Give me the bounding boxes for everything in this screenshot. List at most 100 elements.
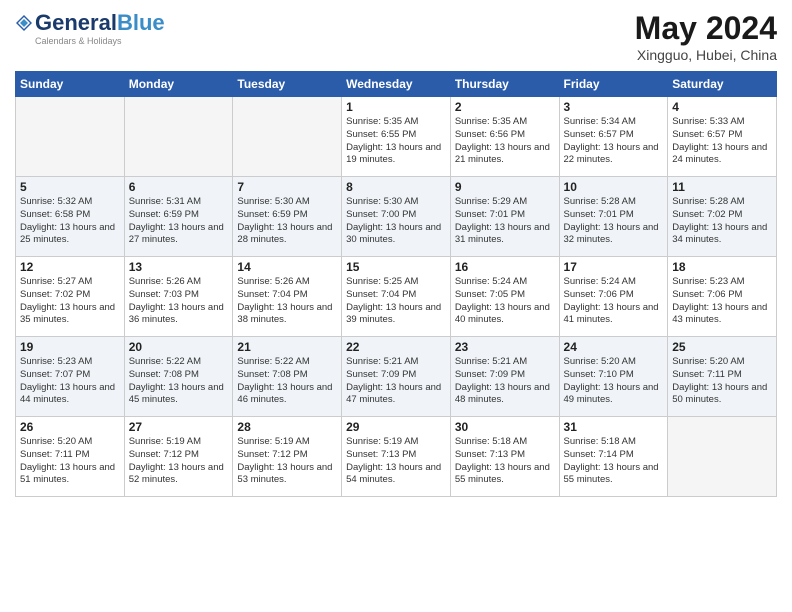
day-number: 9 — [455, 180, 555, 194]
day-number: 1 — [346, 100, 446, 114]
weekday-header-row: SundayMondayTuesdayWednesdayThursdayFrid… — [16, 72, 777, 97]
calendar-week-4: 19 Sunrise: 5:23 AM Sunset: 7:07 PM Dayli… — [16, 337, 777, 417]
calendar-cell: 11 Sunrise: 5:28 AM Sunset: 7:02 PM Dayli… — [668, 177, 777, 257]
day-number: 2 — [455, 100, 555, 114]
day-info: Sunrise: 5:18 AM Sunset: 7:13 PM Dayligh… — [455, 436, 555, 487]
day-info: Sunrise: 5:27 AM Sunset: 7:02 PM Dayligh… — [20, 276, 120, 327]
calendar-cell — [233, 97, 342, 177]
calendar-cell: 3 Sunrise: 5:34 AM Sunset: 6:57 PM Daylig… — [559, 97, 668, 177]
day-number: 7 — [237, 180, 337, 194]
day-info: Sunrise: 5:24 AM Sunset: 7:05 PM Dayligh… — [455, 276, 555, 327]
day-info: Sunrise: 5:26 AM Sunset: 7:04 PM Dayligh… — [237, 276, 337, 327]
day-number: 15 — [346, 260, 446, 274]
logo-text: GeneralBlue — [35, 10, 165, 36]
day-number: 24 — [564, 340, 664, 354]
calendar-cell: 4 Sunrise: 5:33 AM Sunset: 6:57 PM Daylig… — [668, 97, 777, 177]
day-number: 5 — [20, 180, 120, 194]
weekday-header-tuesday: Tuesday — [233, 72, 342, 97]
calendar-cell: 5 Sunrise: 5:32 AM Sunset: 6:58 PM Daylig… — [16, 177, 125, 257]
calendar-cell: 20Sunrise: 5:22 AM Sunset: 7:08 PM Dayli… — [124, 337, 233, 417]
calendar-cell — [16, 97, 125, 177]
calendar-cell: 25Sunrise: 5:20 AM Sunset: 7:11 PM Dayli… — [668, 337, 777, 417]
day-info: Sunrise: 5:25 AM Sunset: 7:04 PM Dayligh… — [346, 276, 446, 327]
calendar-cell: 1 Sunrise: 5:35 AM Sunset: 6:55 PM Daylig… — [342, 97, 451, 177]
calendar-cell: 27Sunrise: 5:19 AM Sunset: 7:12 PM Dayli… — [124, 417, 233, 497]
weekday-header-saturday: Saturday — [668, 72, 777, 97]
day-number: 4 — [672, 100, 772, 114]
calendar-cell: 18 Sunrise: 5:23 AM Sunset: 7:06 PM Dayli… — [668, 257, 777, 337]
day-info: Sunrise: 5:20 AM Sunset: 7:10 PM Dayligh… — [564, 356, 664, 407]
day-info: Sunrise: 5:35 AM Sunset: 6:55 PM Dayligh… — [346, 116, 446, 167]
day-info: Sunrise: 5:32 AM Sunset: 6:58 PM Dayligh… — [20, 196, 120, 247]
weekday-header-thursday: Thursday — [450, 72, 559, 97]
calendar-cell: 17 Sunrise: 5:24 AM Sunset: 7:06 PM Dayli… — [559, 257, 668, 337]
day-info: Sunrise: 5:34 AM Sunset: 6:57 PM Dayligh… — [564, 116, 664, 167]
calendar-cell: 10Sunrise: 5:28 AM Sunset: 7:01 PM Dayli… — [559, 177, 668, 257]
day-info: Sunrise: 5:26 AM Sunset: 7:03 PM Dayligh… — [129, 276, 229, 327]
day-info: Sunrise: 5:24 AM Sunset: 7:06 PM Dayligh… — [564, 276, 664, 327]
calendar-cell: 14 Sunrise: 5:26 AM Sunset: 7:04 PM Dayli… — [233, 257, 342, 337]
weekday-header-friday: Friday — [559, 72, 668, 97]
calendar-cell: 31Sunrise: 5:18 AM Sunset: 7:14 PM Dayli… — [559, 417, 668, 497]
day-info: Sunrise: 5:30 AM Sunset: 6:59 PM Dayligh… — [237, 196, 337, 247]
day-number: 8 — [346, 180, 446, 194]
logo-tagline: Calendars & Holidays — [35, 36, 122, 46]
day-info: Sunrise: 5:22 AM Sunset: 7:08 PM Dayligh… — [237, 356, 337, 407]
title-block: May 2024 Xingguo, Hubei, China — [635, 10, 777, 63]
day-number: 16 — [455, 260, 555, 274]
day-info: Sunrise: 5:31 AM Sunset: 6:59 PM Dayligh… — [129, 196, 229, 247]
month-year: May 2024 — [635, 10, 777, 47]
calendar-cell: 6Sunrise: 5:31 AM Sunset: 6:59 PM Daylig… — [124, 177, 233, 257]
calendar-cell: 13 Sunrise: 5:26 AM Sunset: 7:03 PM Dayli… — [124, 257, 233, 337]
day-number: 21 — [237, 340, 337, 354]
day-number: 13 — [129, 260, 229, 274]
calendar-cell: 21 Sunrise: 5:22 AM Sunset: 7:08 PM Dayli… — [233, 337, 342, 417]
day-number: 27 — [129, 420, 229, 434]
calendar-cell: 26Sunrise: 5:20 AM Sunset: 7:11 PM Dayli… — [16, 417, 125, 497]
day-info: Sunrise: 5:23 AM Sunset: 7:06 PM Dayligh… — [672, 276, 772, 327]
calendar-cell: 22 Sunrise: 5:21 AM Sunset: 7:09 PM Dayli… — [342, 337, 451, 417]
calendar-cell: 24 Sunrise: 5:20 AM Sunset: 7:10 PM Dayli… — [559, 337, 668, 417]
weekday-header-sunday: Sunday — [16, 72, 125, 97]
day-number: 3 — [564, 100, 664, 114]
location: Xingguo, Hubei, China — [635, 47, 777, 63]
day-number: 17 — [564, 260, 664, 274]
calendar-cell: 8Sunrise: 5:30 AM Sunset: 7:00 PM Daylig… — [342, 177, 451, 257]
day-number: 29 — [346, 420, 446, 434]
day-number: 22 — [346, 340, 446, 354]
day-info: Sunrise: 5:21 AM Sunset: 7:09 PM Dayligh… — [346, 356, 446, 407]
calendar-cell: 23 Sunrise: 5:21 AM Sunset: 7:09 PM Dayli… — [450, 337, 559, 417]
day-info: Sunrise: 5:28 AM Sunset: 7:02 PM Dayligh… — [672, 196, 772, 247]
day-number: 14 — [237, 260, 337, 274]
day-info: Sunrise: 5:23 AM Sunset: 7:07 PM Dayligh… — [20, 356, 120, 407]
day-info: Sunrise: 5:35 AM Sunset: 6:56 PM Dayligh… — [455, 116, 555, 167]
calendar-cell: 28 Sunrise: 5:19 AM Sunset: 7:12 PM Dayli… — [233, 417, 342, 497]
calendar-cell — [668, 417, 777, 497]
calendar-table: SundayMondayTuesdayWednesdayThursdayFrid… — [15, 71, 777, 497]
calendar-cell: 15 Sunrise: 5:25 AM Sunset: 7:04 PM Dayli… — [342, 257, 451, 337]
weekday-header-monday: Monday — [124, 72, 233, 97]
day-info: Sunrise: 5:21 AM Sunset: 7:09 PM Dayligh… — [455, 356, 555, 407]
calendar-week-2: 5 Sunrise: 5:32 AM Sunset: 6:58 PM Daylig… — [16, 177, 777, 257]
day-info: Sunrise: 5:22 AM Sunset: 7:08 PM Dayligh… — [129, 356, 229, 407]
day-info: Sunrise: 5:19 AM Sunset: 7:12 PM Dayligh… — [237, 436, 337, 487]
day-number: 19 — [20, 340, 120, 354]
day-info: Sunrise: 5:18 AM Sunset: 7:14 PM Dayligh… — [564, 436, 664, 487]
calendar-cell: 16 Sunrise: 5:24 AM Sunset: 7:05 PM Dayli… — [450, 257, 559, 337]
day-info: Sunrise: 5:20 AM Sunset: 7:11 PM Dayligh… — [672, 356, 772, 407]
day-number: 30 — [455, 420, 555, 434]
day-info: Sunrise: 5:33 AM Sunset: 6:57 PM Dayligh… — [672, 116, 772, 167]
day-number: 23 — [455, 340, 555, 354]
calendar-week-3: 12Sunrise: 5:27 AM Sunset: 7:02 PM Dayli… — [16, 257, 777, 337]
day-info: Sunrise: 5:29 AM Sunset: 7:01 PM Dayligh… — [455, 196, 555, 247]
day-number: 18 — [672, 260, 772, 274]
calendar-week-1: 1 Sunrise: 5:35 AM Sunset: 6:55 PM Daylig… — [16, 97, 777, 177]
calendar-cell: 19 Sunrise: 5:23 AM Sunset: 7:07 PM Dayli… — [16, 337, 125, 417]
day-number: 11 — [672, 180, 772, 194]
page-container: GeneralBlue Calendars & Holidays May 202… — [0, 0, 792, 507]
logo: GeneralBlue Calendars & Holidays — [15, 10, 165, 46]
calendar-cell: 9 Sunrise: 5:29 AM Sunset: 7:01 PM Daylig… — [450, 177, 559, 257]
header: GeneralBlue Calendars & Holidays May 202… — [15, 10, 777, 63]
calendar-cell — [124, 97, 233, 177]
day-number: 28 — [237, 420, 337, 434]
